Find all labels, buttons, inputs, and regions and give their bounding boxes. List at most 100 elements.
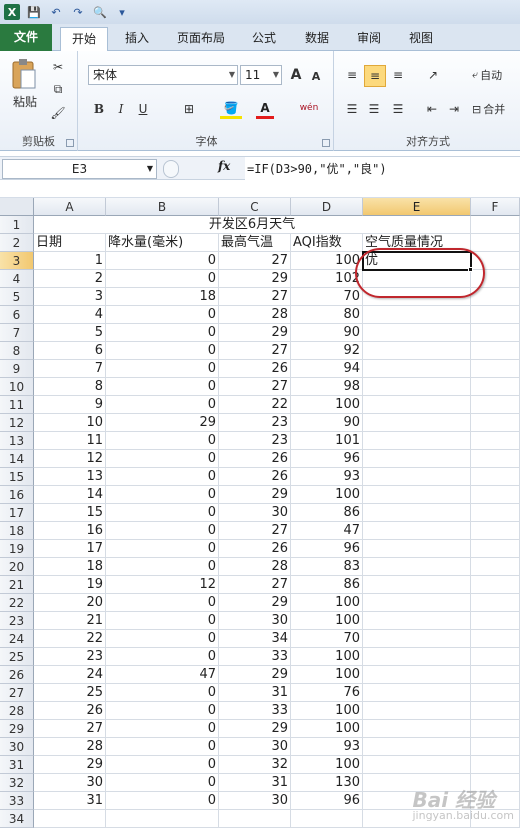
italic-button[interactable]: I bbox=[112, 99, 130, 119]
cell-d31[interactable]: 100 bbox=[291, 756, 363, 774]
cell-a4[interactable]: 2 bbox=[34, 270, 106, 288]
row-header[interactable]: 20 bbox=[0, 558, 34, 576]
align-bottom-icon[interactable]: ≡ bbox=[388, 65, 408, 85]
cell-f15[interactable] bbox=[471, 468, 520, 486]
cell-d16[interactable]: 100 bbox=[291, 486, 363, 504]
cell-a25[interactable]: 23 bbox=[34, 648, 106, 666]
cell-a14[interactable]: 12 bbox=[34, 450, 106, 468]
save-icon[interactable]: 💾 bbox=[26, 4, 42, 20]
cell-b31[interactable]: 0 bbox=[106, 756, 219, 774]
cell-f29[interactable] bbox=[471, 720, 520, 738]
cell-c15[interactable]: 26 bbox=[219, 468, 291, 486]
print-preview-icon[interactable]: 🔍 bbox=[92, 4, 108, 20]
cell-b34[interactable] bbox=[106, 810, 219, 828]
cell-d27[interactable]: 76 bbox=[291, 684, 363, 702]
cell-b17[interactable]: 0 bbox=[106, 504, 219, 522]
cell-e28[interactable] bbox=[363, 702, 471, 720]
cell-a8[interactable]: 6 bbox=[34, 342, 106, 360]
cell-f13[interactable] bbox=[471, 432, 520, 450]
cell-d29[interactable]: 100 bbox=[291, 720, 363, 738]
cell-b15[interactable]: 0 bbox=[106, 468, 219, 486]
row-header[interactable]: 5 bbox=[0, 288, 34, 306]
cell-b24[interactable]: 0 bbox=[106, 630, 219, 648]
cell-a15[interactable]: 13 bbox=[34, 468, 106, 486]
formula-input[interactable]: =IF(D3>90,"优","良") bbox=[245, 157, 520, 181]
cell-a21[interactable]: 19 bbox=[34, 576, 106, 594]
cell-e29[interactable] bbox=[363, 720, 471, 738]
cell-c28[interactable]: 33 bbox=[219, 702, 291, 720]
row-header[interactable]: 3 bbox=[0, 252, 34, 270]
cell-f28[interactable] bbox=[471, 702, 520, 720]
cell-e11[interactable] bbox=[363, 396, 471, 414]
row-header[interactable]: 10 bbox=[0, 378, 34, 396]
row-header[interactable]: 25 bbox=[0, 648, 34, 666]
underline-button[interactable]: U bbox=[134, 99, 152, 119]
row-header[interactable]: 28 bbox=[0, 702, 34, 720]
cell-b8[interactable]: 0 bbox=[106, 342, 219, 360]
cell-c25[interactable]: 33 bbox=[219, 648, 291, 666]
column-header-f[interactable]: F bbox=[471, 198, 520, 216]
cell-b11[interactable]: 0 bbox=[106, 396, 219, 414]
format-painter-icon[interactable]: 🖌 bbox=[50, 105, 66, 121]
cell-d32[interactable]: 130 bbox=[291, 774, 363, 792]
cell-f4[interactable] bbox=[471, 270, 520, 288]
cell-c14[interactable]: 26 bbox=[219, 450, 291, 468]
cell-a5[interactable]: 3 bbox=[34, 288, 106, 306]
cell-a29[interactable]: 27 bbox=[34, 720, 106, 738]
cell-d7[interactable]: 90 bbox=[291, 324, 363, 342]
cell-e10[interactable] bbox=[363, 378, 471, 396]
cell-f1[interactable] bbox=[471, 216, 520, 234]
cell-a11[interactable]: 9 bbox=[34, 396, 106, 414]
cell-a30[interactable]: 28 bbox=[34, 738, 106, 756]
cell-b23[interactable]: 0 bbox=[106, 612, 219, 630]
cell-e13[interactable] bbox=[363, 432, 471, 450]
cell-f27[interactable] bbox=[471, 684, 520, 702]
row-header[interactable]: 16 bbox=[0, 486, 34, 504]
cell-b22[interactable]: 0 bbox=[106, 594, 219, 612]
cell-b19[interactable]: 0 bbox=[106, 540, 219, 558]
cell-f21[interactable] bbox=[471, 576, 520, 594]
font-color-button[interactable]: A bbox=[256, 99, 274, 119]
tab-insert[interactable]: 插入 bbox=[114, 27, 160, 51]
align-top-icon[interactable]: ≡ bbox=[342, 65, 362, 85]
cell-a1[interactable]: 开发区6月天气 bbox=[34, 216, 471, 234]
cell-b13[interactable]: 0 bbox=[106, 432, 219, 450]
cell-d25[interactable]: 100 bbox=[291, 648, 363, 666]
cell-f8[interactable] bbox=[471, 342, 520, 360]
align-center-icon[interactable]: ☰ bbox=[364, 99, 384, 119]
cell-d30[interactable]: 93 bbox=[291, 738, 363, 756]
cell-d8[interactable]: 92 bbox=[291, 342, 363, 360]
cell-c7[interactable]: 29 bbox=[219, 324, 291, 342]
cell-c13[interactable]: 23 bbox=[219, 432, 291, 450]
cell-b21[interactable]: 12 bbox=[106, 576, 219, 594]
cell-a7[interactable]: 5 bbox=[34, 324, 106, 342]
cell-b6[interactable]: 0 bbox=[106, 306, 219, 324]
cell-f6[interactable] bbox=[471, 306, 520, 324]
cell-e19[interactable] bbox=[363, 540, 471, 558]
cell-b16[interactable]: 0 bbox=[106, 486, 219, 504]
undo-icon[interactable]: ↶ bbox=[48, 4, 64, 20]
cell-d19[interactable]: 96 bbox=[291, 540, 363, 558]
tab-formulas[interactable]: 公式 bbox=[242, 27, 286, 51]
cell-a34[interactable] bbox=[34, 810, 106, 828]
align-left-icon[interactable]: ☰ bbox=[342, 99, 362, 119]
cell-e12[interactable] bbox=[363, 414, 471, 432]
cell-f16[interactable] bbox=[471, 486, 520, 504]
cell-e25[interactable] bbox=[363, 648, 471, 666]
cell-a22[interactable]: 20 bbox=[34, 594, 106, 612]
cell-b33[interactable]: 0 bbox=[106, 792, 219, 810]
cell-c33[interactable]: 30 bbox=[219, 792, 291, 810]
borders-icon[interactable]: ⊞ bbox=[178, 99, 200, 119]
cell-c22[interactable]: 29 bbox=[219, 594, 291, 612]
cell-a12[interactable]: 10 bbox=[34, 414, 106, 432]
cell-f31[interactable] bbox=[471, 756, 520, 774]
cell-d23[interactable]: 100 bbox=[291, 612, 363, 630]
cell-d12[interactable]: 90 bbox=[291, 414, 363, 432]
cell-e15[interactable] bbox=[363, 468, 471, 486]
row-header[interactable]: 8 bbox=[0, 342, 34, 360]
merge-center-button[interactable]: ⊟ 合并 bbox=[472, 99, 520, 119]
cell-a27[interactable]: 25 bbox=[34, 684, 106, 702]
cell-c29[interactable]: 29 bbox=[219, 720, 291, 738]
cell-d33[interactable]: 96 bbox=[291, 792, 363, 810]
grow-font-icon[interactable]: A bbox=[288, 65, 304, 85]
